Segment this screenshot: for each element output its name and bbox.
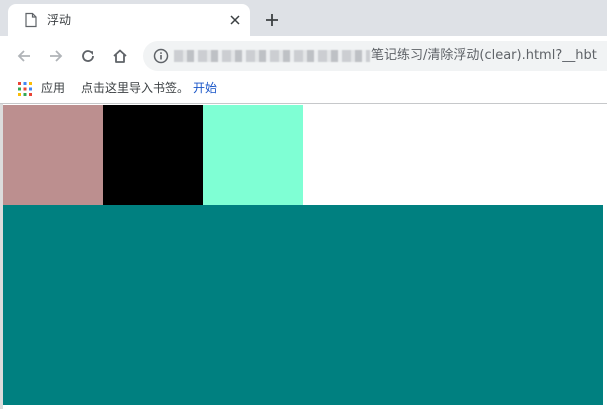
float-box-3 bbox=[203, 105, 303, 205]
cleared-block bbox=[3, 205, 603, 405]
apps-grid-icon[interactable] bbox=[18, 81, 32, 96]
import-bookmarks-hint: 点击这里导入书签。 bbox=[81, 81, 190, 95]
float-box-1 bbox=[3, 105, 103, 205]
home-icon[interactable] bbox=[109, 45, 131, 67]
close-icon[interactable] bbox=[227, 12, 243, 28]
tab-active[interactable]: 浮动 bbox=[8, 4, 250, 36]
browser-window: 浮动 笔记练习/清除浮动(clear).html?__hbt 应用 点击这里导入… bbox=[0, 0, 607, 409]
float-box-2 bbox=[103, 105, 203, 205]
reload-icon[interactable] bbox=[77, 45, 99, 67]
arrow-left-icon[interactable] bbox=[13, 45, 35, 67]
info-icon[interactable] bbox=[153, 48, 169, 64]
bookmark-apps[interactable]: 应用 bbox=[41, 80, 65, 96]
tab-strip: 浮动 bbox=[0, 0, 607, 36]
tab-title: 浮动 bbox=[47, 13, 72, 27]
bookmarks-bar: 应用 点击这里导入书签。 开始 bbox=[0, 76, 607, 103]
url-redacted bbox=[174, 50, 370, 62]
page-icon bbox=[24, 12, 38, 28]
arrow-right-icon[interactable] bbox=[45, 45, 67, 67]
url-text: 笔记练习/清除浮动(clear).html?__hbt bbox=[371, 48, 597, 63]
start-link[interactable]: 开始 bbox=[193, 80, 217, 96]
address-bar[interactable]: 笔记练习/清除浮动(clear).html?__hbt bbox=[143, 41, 607, 71]
page-viewport bbox=[0, 104, 607, 409]
toolbar: 笔记练习/清除浮动(clear).html?__hbt bbox=[0, 36, 607, 76]
plus-icon[interactable] bbox=[262, 10, 282, 30]
